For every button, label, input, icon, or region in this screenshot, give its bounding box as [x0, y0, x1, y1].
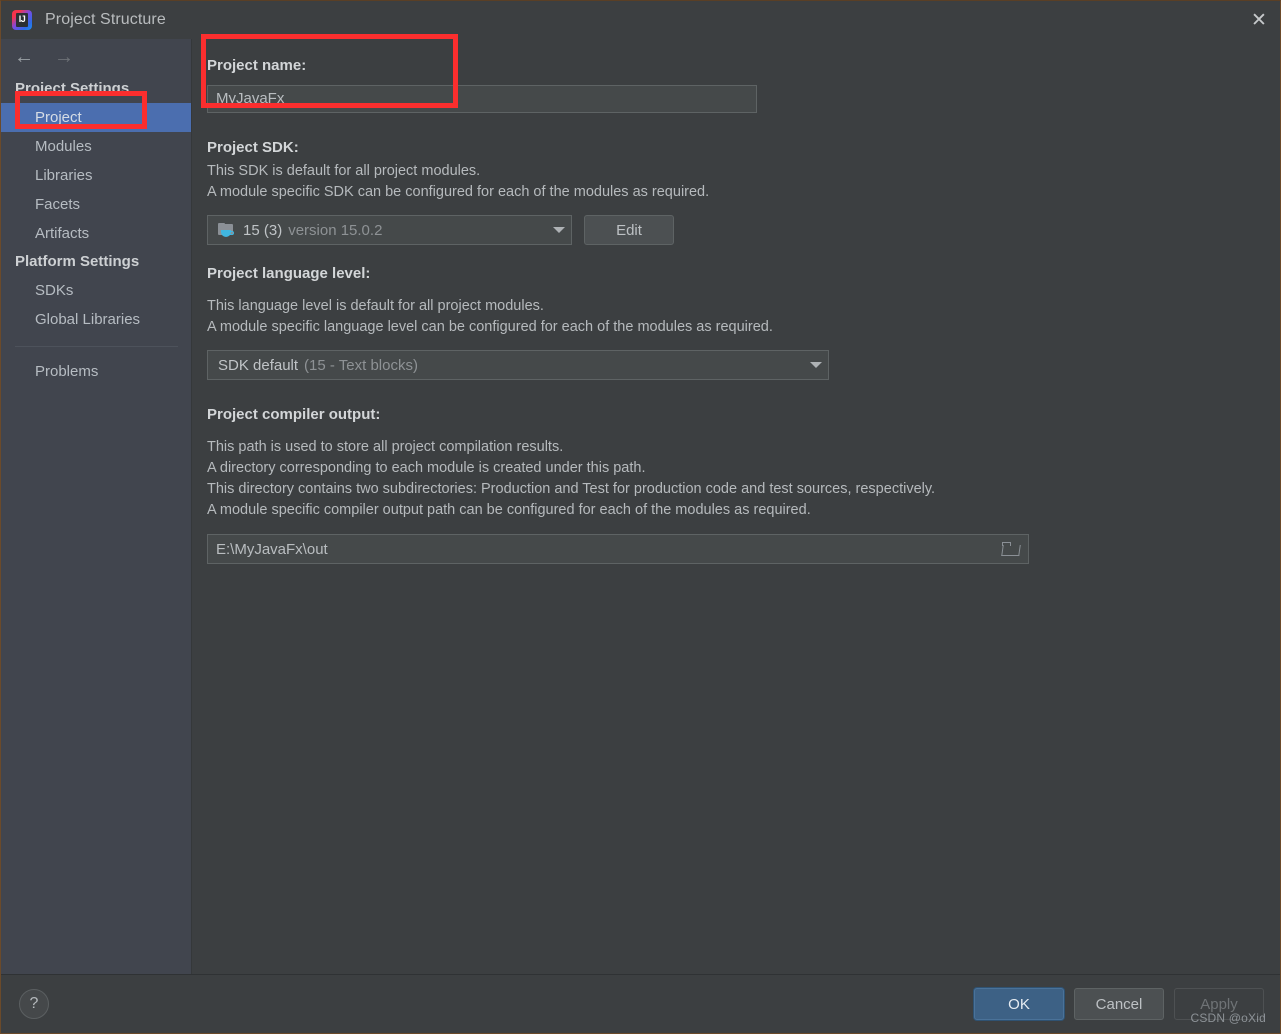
sidebar-item-sdks[interactable]: SDKs — [1, 276, 192, 305]
project-sdk-desc-line2: A module specific SDK can be configured … — [207, 184, 710, 200]
project-sdk-label: Project SDK: — [207, 139, 299, 156]
compiler-output-desc-line1: This path is used to store all project c… — [207, 439, 564, 455]
java-sdk-folder-icon — [218, 222, 235, 238]
dialog-footer: ? OK Cancel Apply CSDN @oXid — [1, 974, 1280, 1033]
project-sdk-version: version 15.0.2 — [288, 221, 383, 239]
language-level-dropdown[interactable]: SDK default (15 - Text blocks) — [207, 350, 829, 380]
project-structure-dialog: IJ Project Structure ✕ ← → Project Setti… — [0, 0, 1281, 1034]
project-name-input[interactable]: MyJavaFx — [207, 85, 757, 113]
help-icon[interactable]: ? — [19, 989, 49, 1019]
project-sdk-dropdown[interactable]: 15 (3) version 15.0.2 — [207, 215, 572, 245]
titlebar: IJ Project Structure ✕ — [1, 1, 1280, 39]
project-name-label: Project name: — [207, 57, 307, 74]
sidebar-navigation: ← → — [1, 39, 192, 75]
compiler-output-desc-line4: A module specific compiler output path c… — [207, 502, 811, 518]
sidebar-item-libraries[interactable]: Libraries — [1, 161, 192, 190]
intellij-logo-icon: IJ — [11, 9, 33, 31]
intellij-logo-label: IJ — [18, 14, 26, 24]
sidebar-item-problems[interactable]: Problems — [1, 357, 192, 386]
project-language-level-label: Project language level: — [207, 265, 371, 282]
compiler-output-path-input[interactable]: E:\MyJavaFx\out — [207, 534, 1029, 564]
sidebar: ← → Project Settings Project Modules Lib… — [1, 39, 192, 974]
compiler-output-desc-line3: This directory contains two subdirectori… — [207, 481, 936, 497]
sidebar-item-artifacts[interactable]: Artifacts — [1, 219, 192, 248]
watermark: CSDN @oXid — [1190, 1011, 1266, 1025]
folder-browse-icon[interactable] — [1001, 542, 1021, 556]
close-icon[interactable]: ✕ — [1236, 1, 1280, 39]
window-title: Project Structure — [45, 11, 166, 28]
sidebar-group-project-settings: Project Settings — [15, 80, 130, 97]
sidebar-edge — [191, 39, 192, 974]
project-sdk-name: 15 (3) — [243, 221, 283, 239]
project-compiler-output-label: Project compiler output: — [207, 406, 381, 423]
chevron-down-icon — [810, 362, 822, 368]
compiler-output-path-value: E:\MyJavaFx\out — [216, 540, 328, 558]
ok-button[interactable]: OK — [974, 988, 1064, 1020]
project-sdk-desc-line1: This SDK is default for all project modu… — [207, 163, 481, 179]
sidebar-item-project[interactable]: Project — [1, 103, 192, 132]
sidebar-item-facets[interactable]: Facets — [1, 190, 192, 219]
compiler-output-desc-line2: A directory corresponding to each module… — [207, 460, 646, 476]
edit-sdk-button[interactable]: Edit — [584, 215, 674, 245]
back-arrow-icon[interactable]: ← — [11, 44, 37, 70]
chevron-down-icon — [553, 227, 565, 233]
sidebar-item-modules[interactable]: Modules — [1, 132, 192, 161]
main-content: Project name: MyJavaFx Project SDK: This… — [193, 39, 1280, 974]
sidebar-group-platform-settings: Platform Settings — [15, 253, 140, 270]
language-level-detail: (15 - Text blocks) — [304, 356, 418, 374]
language-level-desc-line2: A module specific language level can be … — [207, 319, 773, 335]
language-level-value: SDK default — [218, 356, 299, 374]
sidebar-item-global-libraries[interactable]: Global Libraries — [1, 305, 192, 334]
sidebar-divider — [15, 346, 178, 347]
cancel-button[interactable]: Cancel — [1074, 988, 1164, 1020]
language-level-desc-line1: This language level is default for all p… — [207, 298, 544, 314]
forward-arrow-icon[interactable]: → — [51, 44, 77, 70]
